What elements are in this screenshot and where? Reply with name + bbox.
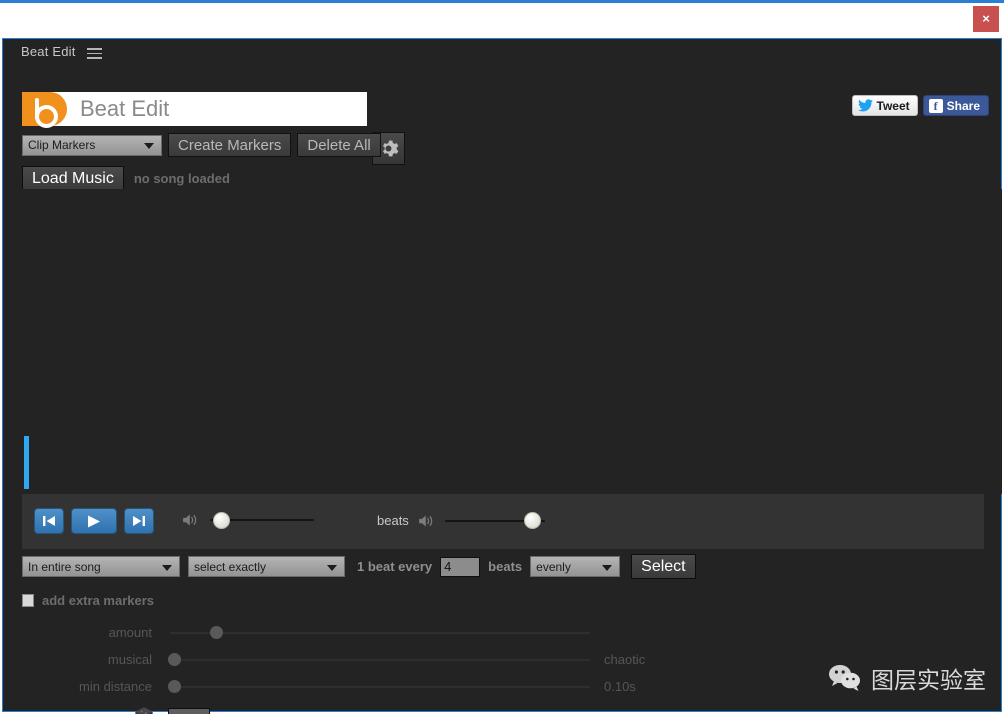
gear-icon (382, 140, 399, 157)
chevron-down-icon (327, 564, 337, 571)
beats-volume-knob[interactable] (524, 512, 542, 529)
song-status-text: no song loaded (133, 171, 230, 186)
beat-count-input[interactable] (440, 556, 481, 577)
master-volume-group (182, 511, 314, 529)
amount-slider-knob[interactable] (209, 626, 223, 639)
chevron-down-icon (602, 564, 613, 571)
app-root: × Beat Edit Tweet f Share Beat Edit Clip… (0, 0, 1004, 714)
branding-bar: Beat Edit (22, 92, 367, 128)
transport-buttons (34, 508, 154, 534)
watermark-text: 图层实验室 (871, 668, 986, 694)
playhead-marker[interactable] (24, 436, 29, 489)
master-volume-slider[interactable] (210, 511, 314, 529)
musical-slider-knob[interactable] (167, 653, 181, 666)
beats-volume-slider[interactable] (444, 512, 545, 529)
skip-to-start-button[interactable] (34, 508, 64, 534)
delete-all-button[interactable]: Delete All (297, 133, 381, 157)
marker-type-select[interactable]: Clip Markers (22, 134, 162, 156)
chaotic-label: chaotic (604, 652, 646, 667)
master-volume-knob[interactable] (212, 511, 230, 529)
mode-value: select exactly (194, 559, 267, 574)
load-music-button[interactable]: Load Music (22, 166, 124, 191)
mode-select[interactable]: select exactly (188, 556, 345, 577)
beat-edit-b-logo (22, 92, 67, 128)
skip-to-start-icon (43, 516, 55, 526)
play-icon (88, 515, 100, 527)
add-extra-markers-label: add extra markers (42, 593, 155, 608)
amount-label: amount (108, 625, 152, 640)
select-row: In entire song select exactly 1 beat eve… (22, 554, 696, 579)
share-button[interactable]: f Share (922, 95, 989, 116)
waveform-display[interactable] (4, 189, 1002, 494)
musical-label: musical (107, 652, 152, 667)
beats-volume-group: beats (377, 512, 545, 529)
skip-to-end-icon (133, 516, 145, 526)
min-distance-label: min distance (79, 679, 152, 694)
range-select[interactable]: In entire song (22, 556, 180, 577)
skip-to-end-button[interactable] (124, 508, 154, 534)
panel-title: Beat Edit (21, 44, 76, 59)
marker-toolbar: Clip Markers Create Markers Delete All (22, 133, 381, 157)
beat-edit-panel: Beat Edit Tweet f Share Beat Edit Clip M… (2, 38, 1002, 714)
chevron-down-icon (162, 564, 172, 571)
play-button[interactable] (71, 508, 117, 534)
range-value: In entire song (28, 559, 101, 574)
min-distance-slider-row: min distance 0.10s (22, 679, 722, 694)
amount-slider[interactable] (170, 626, 590, 639)
musical-slider[interactable] (167, 653, 590, 666)
tweet-button[interactable]: Tweet (851, 95, 918, 116)
distribution-value: evenly (536, 559, 571, 574)
product-name: Beat Edit (80, 96, 170, 121)
hamburger-icon[interactable] (87, 48, 102, 59)
select-button[interactable]: Select (631, 554, 696, 579)
music-row: Load Music no song loaded (22, 166, 230, 191)
panel-titlebar: Beat Edit (3, 39, 1001, 65)
share-label: Share (946, 98, 980, 113)
dice-icon[interactable] (133, 706, 155, 714)
tweet-label: Tweet (876, 98, 910, 113)
watermark: 图层实验室 (828, 661, 986, 695)
min-distance-slider-knob[interactable] (167, 680, 181, 693)
twitter-bird-icon (857, 99, 873, 112)
social-share-group: Tweet f Share (851, 95, 989, 116)
host-top-accent-line (0, 0, 1004, 3)
close-button[interactable]: × (973, 6, 999, 32)
distribution-select[interactable]: evenly (530, 556, 621, 577)
seed-box[interactable] (168, 708, 210, 714)
min-distance-slider[interactable] (167, 680, 590, 693)
marker-type-value: Clip Markers (28, 138, 96, 152)
facebook-f-icon: f (928, 98, 943, 113)
add-extra-markers-checkbox[interactable] (22, 594, 34, 607)
speaker-icon (183, 514, 197, 526)
speaker-icon (418, 514, 432, 527)
amount-slider-row: amount (22, 625, 642, 640)
musical-slider-row: musical chaotic (22, 652, 722, 667)
add-extra-markers-row: add extra markers (22, 593, 154, 608)
beats-unit-label: beats (488, 559, 523, 574)
create-markers-button[interactable]: Create Markers (168, 133, 292, 157)
wechat-icon (829, 665, 860, 691)
beat-every-label: 1 beat every (357, 559, 433, 574)
beats-volume-label: beats (377, 513, 409, 528)
randomize-row (133, 706, 210, 714)
transport-bar: beats (22, 494, 984, 549)
chevron-down-icon (144, 143, 154, 149)
min-distance-value: 0.10s (604, 679, 636, 694)
